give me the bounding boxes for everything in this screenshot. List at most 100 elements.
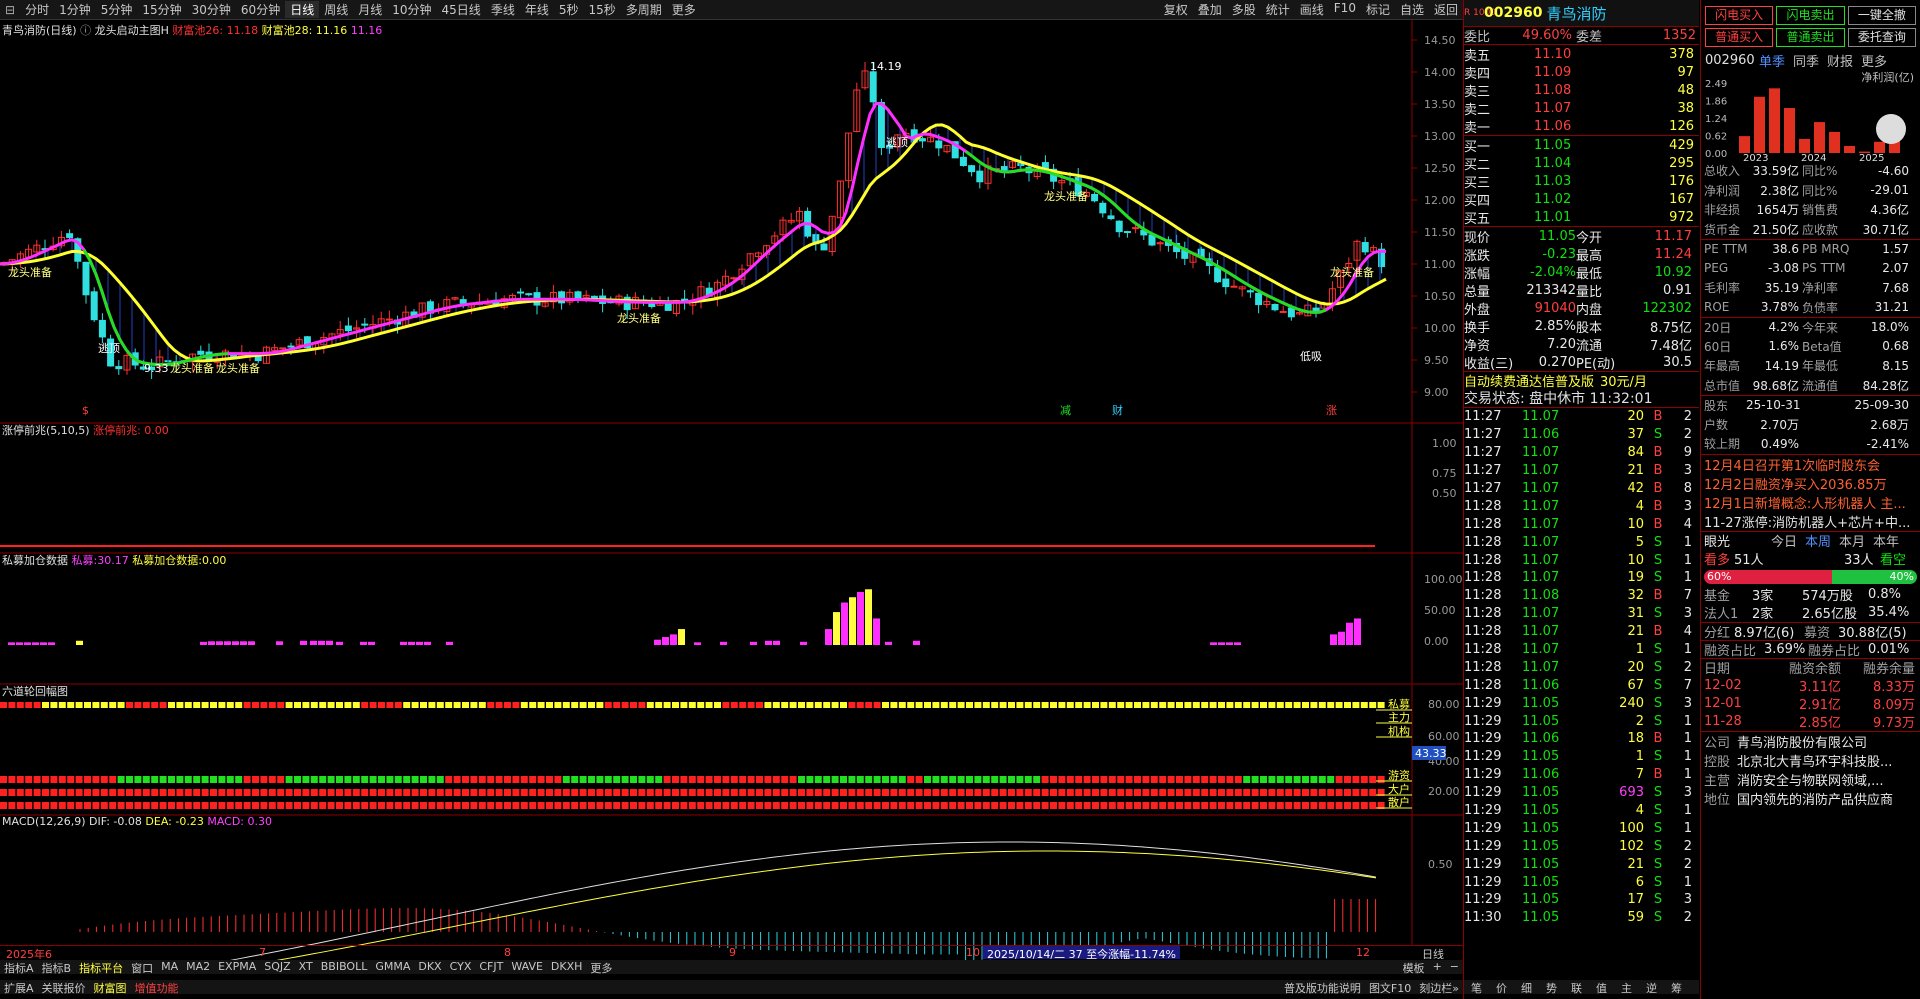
period-tab-11[interactable]: 季线 [486,1,520,18]
indicator-tab-1[interactable]: 指标B [38,960,76,974]
eye-tab-3[interactable]: 本年 [1873,531,1899,550]
trade-btn-4[interactable]: 普通卖出 [1776,28,1845,47]
kline-chart-area[interactable]: 龙头准备逃顶9.33 龙头准备 龙头准备龙头准备14.19逃顶龙头准备龙头准备低吸$… [0,20,1463,971]
indicator-tab-12[interactable]: CYX [446,960,476,974]
toolbar-btn-6[interactable]: 标记 [1361,1,1395,18]
fin-tab-3[interactable]: 更多 [1861,51,1887,70]
period-tab-13[interactable]: 5秒 [554,1,584,18]
six-cell-private [1100,702,1108,708]
indicator-tab-9[interactable]: BBIBOLL [317,960,372,974]
indicator-tab-2[interactable]: 指标平台 [75,960,127,974]
ad-row[interactable]: 自动续费通达信普及版 30元/月 [1464,371,1699,390]
quote-tab-7[interactable]: 逆 [1639,980,1664,994]
trade-btn-5[interactable]: 委托查询 [1847,28,1916,47]
bottom-right-btn-2[interactable]: − [1446,960,1463,974]
eye-tab-0[interactable]: 今日 [1771,531,1797,550]
indicator-tab-3[interactable]: 窗口 [127,960,157,974]
period-tab-7[interactable]: 周线 [319,1,353,18]
news-item-0[interactable]: 12月4日召开第1次临时股东会 [1701,455,1920,474]
six-cell-hot [856,776,864,783]
toolbar-btn-8[interactable]: 返回 [1429,1,1463,18]
assistant-avatar-icon[interactable] [1876,114,1906,144]
indicator-tab-13[interactable]: CFJT [475,960,507,974]
indicator-tab-7[interactable]: SQJZ [260,960,294,974]
quote-tab-3[interactable]: 势 [1539,980,1564,994]
ext-tab-1[interactable]: 关联报价 [38,980,90,994]
indicator-tab-16[interactable]: 更多 [586,960,616,974]
indicator-tab-6[interactable]: EXPMA [214,960,260,974]
period-tab-0[interactable]: 分时 [20,1,54,18]
fin-tab-1[interactable]: 同季 [1793,51,1819,70]
ext-tab-0[interactable]: 扩展A [0,980,38,994]
period-tab-14[interactable]: 15秒 [583,1,620,18]
indicator-tab-5[interactable]: MA2 [182,960,214,974]
period-tab-12[interactable]: 年线 [520,1,554,18]
period-tab-8[interactable]: 月线 [353,1,387,18]
period-tab-6[interactable]: 日线 [285,1,320,18]
toolbar-btn-2[interactable]: 多股 [1227,1,1261,18]
period-tab-16[interactable]: 更多 [667,1,701,18]
six-cell-private [1066,702,1074,708]
quote-tab-8[interactable]: 筹 [1664,980,1689,994]
indicator-tab-11[interactable]: DKX [414,960,445,974]
trade-btn-0[interactable]: 闪电买入 [1705,6,1774,25]
bottom-right-btn-1[interactable]: + [1429,960,1446,974]
bottom2-right-0[interactable]: 普及版功能说明 [1280,980,1365,994]
quote-tab-0[interactable]: 笔 [1464,980,1489,994]
toolbar-btn-3[interactable]: 统计 [1261,1,1295,18]
bottom2-right-2[interactable]: 刻边栏» [1415,980,1463,994]
indicator-tab-15[interactable]: DKXH [547,960,587,974]
period-tab-4[interactable]: 30分钟 [187,1,236,18]
toolbar-btn-5[interactable]: F10 [1329,1,1361,18]
fin-tab-2[interactable]: 财报 [1827,51,1853,70]
trade-btn-3[interactable]: 普通买入 [1705,28,1774,47]
news-item-2[interactable]: 12月1日新增概念:人形机器人 主... [1701,493,1920,512]
toolbar-btn-0[interactable]: 复权 [1159,1,1193,18]
six-cell-big [109,789,117,796]
toolbar-btn-4[interactable]: 画线 [1295,1,1329,18]
tick-cell: 2 [1683,838,1692,854]
news-item-1[interactable]: 12月2日融资净买入2036.85万 [1701,474,1920,493]
period-tab-2[interactable]: 5分钟 [96,1,138,18]
info-icon[interactable]: ⓘ [80,24,91,37]
x-period[interactable]: 日线 [1418,946,1448,959]
trade-btn-1[interactable]: 闪电卖出 [1776,6,1845,25]
period-tab-3[interactable]: 15分钟 [137,1,186,18]
quote-tab-5[interactable]: 值 [1589,980,1614,994]
six-cell-private [1243,702,1251,708]
menu-icon[interactable]: ⊟ [0,3,20,17]
fin-tab-0[interactable]: 单季 [1759,51,1785,70]
news-item-3[interactable]: 11-27涨停:消防机器人+芯片+中... [1701,512,1920,531]
trade-btn-2[interactable]: 一键全撤 [1847,6,1916,25]
quote-tab-2[interactable]: 细 [1514,980,1539,994]
period-tab-5[interactable]: 60分钟 [236,1,285,18]
bottom2-right-1[interactable]: 图文F10 [1365,980,1415,994]
quote-tab-1[interactable]: 价 [1489,980,1514,994]
ext-tab-3[interactable]: 增值功能 [131,980,183,994]
ext-tab-2[interactable]: 财富图 [90,980,131,994]
indicator-tab-0[interactable]: 指标A [0,960,38,974]
six-cell-retail [235,802,243,809]
bottom-right-btn-0[interactable]: 模板 [1399,960,1429,974]
toolbar-btn-1[interactable]: 叠加 [1193,1,1227,18]
eye-tab-2[interactable]: 本月 [1839,531,1865,550]
main-indicator-name[interactable]: 龙头启动主图H [95,24,169,37]
quote-tab-6[interactable]: 主 [1614,980,1639,994]
indicator-tab-4[interactable]: MA [157,960,182,974]
eye-tab-1[interactable]: 本周 [1805,531,1831,550]
period-tab-15[interactable]: 多周期 [621,1,667,18]
indicator-tab-8[interactable]: XT [295,960,317,974]
toolbar-btn-7[interactable]: 自选 [1395,1,1429,18]
indicator-tab-10[interactable]: GMMA [371,960,414,974]
mark-rise: 涨 [1326,404,1337,417]
period-tab-9[interactable]: 10分钟 [387,1,436,18]
quote-tab-4[interactable]: 联 [1564,980,1589,994]
six-cell-hot [100,776,108,783]
period-tab-10[interactable]: 45日线 [437,1,486,18]
six-cell-big [126,789,133,796]
six-cell-big [554,789,562,796]
indicator-tab-14[interactable]: WAVE [507,960,547,974]
period-tab-1[interactable]: 1分钟 [54,1,96,18]
six-cell-private [974,702,982,708]
tick-cell: 1 [1683,570,1692,586]
